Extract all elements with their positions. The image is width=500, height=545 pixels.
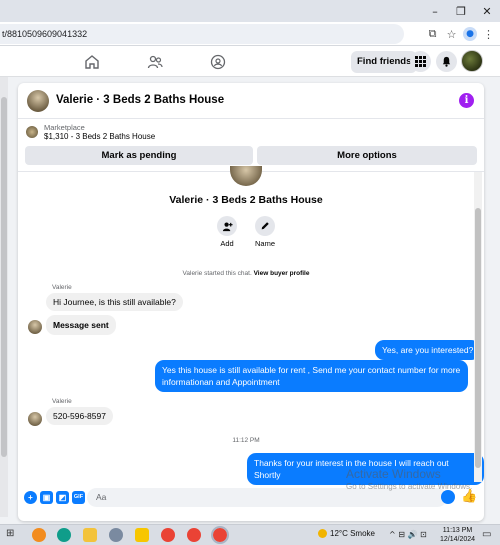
browser-address-bar: t/8810509609041332 ⧉ ☆ ● ⋮ [0,22,500,46]
facebook-top-nav: Find friends [0,46,500,77]
conversation-photo [230,166,262,186]
notifications-bell-icon[interactable] [436,51,457,72]
taskbar-clock[interactable]: 11:13 PM 12/14/2024 [440,526,475,544]
minimize-button[interactable]: – [422,0,448,22]
listing-source: Marketplace [44,123,85,132]
started-text: Valerie started this chat. [182,270,252,277]
view-buyer-profile-link[interactable]: View buyer profile [254,270,310,277]
listing-description[interactable]: $1,310 - 3 Beds 2 Baths House [44,132,155,141]
close-button[interactable]: ✕ [474,0,500,22]
pencil-icon[interactable] [255,216,275,236]
message-sent-notice[interactable]: Message sent [46,315,116,335]
sticker-icon[interactable]: ◩ [56,491,69,504]
emoji-icon[interactable] [441,490,455,504]
chat-title[interactable]: Valerie · 3 Beds 2 Baths House [56,94,224,106]
address-bar-icons: ⧉ ☆ ● ⋮ [423,24,498,44]
incoming-message[interactable]: 520-596-8597 [46,407,113,425]
install-app-icon[interactable]: ⧉ [423,27,442,41]
photo-icon[interactable]: ▣ [40,491,53,504]
browser-titlebar: – ❐ ✕ [0,0,500,22]
sticky-notes-icon[interactable] [135,528,149,542]
account-avatar[interactable] [461,50,483,72]
page-scrollbar[interactable] [0,77,8,517]
message-composer: + ▣ ◩ GIF Aa Activate Windows Go to Sett… [18,467,484,521]
mark-as-pending-button[interactable]: Mark as pending [25,146,253,165]
file-explorer-icon[interactable] [83,528,97,542]
find-friends-button[interactable]: Find friends [351,51,418,73]
contact-avatar[interactable] [27,90,49,112]
outgoing-message[interactable]: Yes this house is still available for re… [155,360,468,392]
task-view-icon[interactable]: ⊞ [6,528,20,542]
chat-started-notice: Valerie started this chat. View buyer pr… [18,270,474,277]
add-label: Add [220,239,234,248]
clock-date: 12/14/2024 [440,536,476,543]
system-tray-icons[interactable]: ^ ⊟ 🔊 ⊡ [389,530,427,539]
listing-summary: Marketplace $1,310 - 3 Beds 2 Baths Hous… [18,120,484,170]
notification-icon[interactable]: ▭ [482,529,491,540]
weather-widget[interactable]: 12°C Smoke [318,529,375,538]
chat-panel: Valerie · 3 Beds 2 Baths House i Marketp… [18,83,484,521]
app-icon[interactable] [109,528,123,542]
name-action[interactable]: Name [250,216,280,248]
edge-icon[interactable] [57,528,71,542]
info-icon[interactable]: i [459,93,474,108]
sender-name: Valerie [52,284,72,291]
clock-time: 11:13 PM [442,527,473,534]
gif-icon[interactable]: GIF [72,491,85,504]
weather-text: 12°C Smoke [330,529,375,538]
chrome-active-icon[interactable] [211,526,229,544]
copilot-icon[interactable] [32,528,46,542]
chrome-icon[interactable] [161,528,175,542]
add-person-icon[interactable] [217,216,237,236]
plus-icon[interactable]: + [24,491,37,504]
home-icon[interactable] [82,52,102,72]
windows-taskbar: ⊞ 12°C Smoke ^ ⊟ 🔊 ⊡ 11:13 PM 12/14/2024… [0,524,500,545]
browser-profile-icon[interactable]: ● [463,27,477,41]
window-controls: – ❐ ✕ [422,0,500,22]
friends-icon[interactable] [145,52,165,72]
outgoing-message[interactable]: Yes, are you interested? [375,340,481,360]
add-action[interactable]: Add [212,216,242,248]
watermark-title: Activate Windows [346,467,441,481]
listing-thumbnail[interactable] [26,126,38,138]
chat-header: Valerie · 3 Beds 2 Baths House i [18,83,484,119]
timestamp-separator: 11:12 PM [232,437,260,444]
message-scrollbar-thumb[interactable] [475,208,481,468]
sender-avatar[interactable] [28,320,42,334]
url-input[interactable]: t/8810509609041332 [0,24,404,44]
sender-avatar[interactable] [28,412,42,426]
name-label: Name [254,239,275,248]
groups-icon[interactable] [208,52,228,72]
thumbs-up-icon[interactable]: 👍 [461,489,477,504]
activate-windows-watermark: Activate Windows Go to Settings to activ… [346,467,484,491]
bookmark-star-icon[interactable]: ☆ [442,28,461,41]
more-options-button[interactable]: More options [257,146,477,165]
menu-grid-icon[interactable] [410,51,431,72]
maximize-button[interactable]: ❐ [448,0,474,22]
browser-menu-icon[interactable]: ⋮ [479,28,498,41]
incoming-message[interactable]: Hi Journee, is this still available? [46,293,183,311]
message-scrollbar[interactable] [474,172,482,482]
page-scrollbar-thumb[interactable] [1,97,7,457]
chrome-icon[interactable] [187,528,201,542]
weather-icon [318,529,327,538]
sender-name: Valerie [52,398,72,405]
message-list[interactable]: Valerie · 3 Beds 2 Baths House Add Name … [18,166,484,485]
conversation-title: Valerie · 3 Beds 2 Baths House [169,194,323,206]
